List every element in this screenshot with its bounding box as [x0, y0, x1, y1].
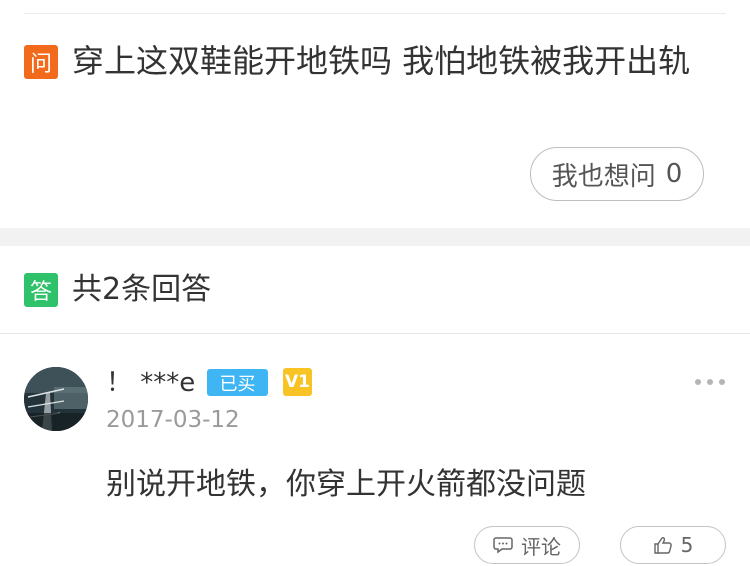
- like-button[interactable]: 5: [620, 526, 726, 564]
- more-dots-icon[interactable]: [695, 370, 725, 394]
- avatar-image: [24, 367, 88, 431]
- answer-date: 2017-03-12: [106, 407, 240, 433]
- username[interactable]: ！ ***e: [106, 367, 195, 399]
- bought-badge: 已买: [207, 369, 268, 396]
- comment-icon: [493, 537, 513, 554]
- thumbs-up-icon: [653, 537, 672, 554]
- section-divider: [0, 333, 750, 334]
- section-gap: [0, 228, 750, 246]
- dot: [719, 379, 725, 385]
- answer-text: 别说开地铁，你穿上开火箭都没问题: [106, 467, 586, 502]
- comment-button[interactable]: 评论: [474, 526, 580, 564]
- dot: [707, 379, 713, 385]
- avatar[interactable]: [24, 367, 88, 431]
- ask-too-button[interactable]: 我也想问 0: [530, 147, 704, 201]
- level-badge: V1: [283, 368, 312, 396]
- question-text: 穿上这双鞋能开地铁吗 我怕地铁被我开出轨: [72, 42, 691, 80]
- dot: [695, 379, 701, 385]
- comment-label: 评论: [521, 534, 561, 559]
- ask-too-count: 0: [665, 159, 683, 189]
- top-divider: [24, 13, 726, 14]
- question-badge: 问: [24, 45, 58, 79]
- ask-too-label: 我也想问: [551, 161, 656, 192]
- answer-count: 共2条回答: [72, 272, 212, 307]
- like-count: 5: [680, 533, 694, 557]
- answer-badge: 答: [24, 273, 58, 307]
